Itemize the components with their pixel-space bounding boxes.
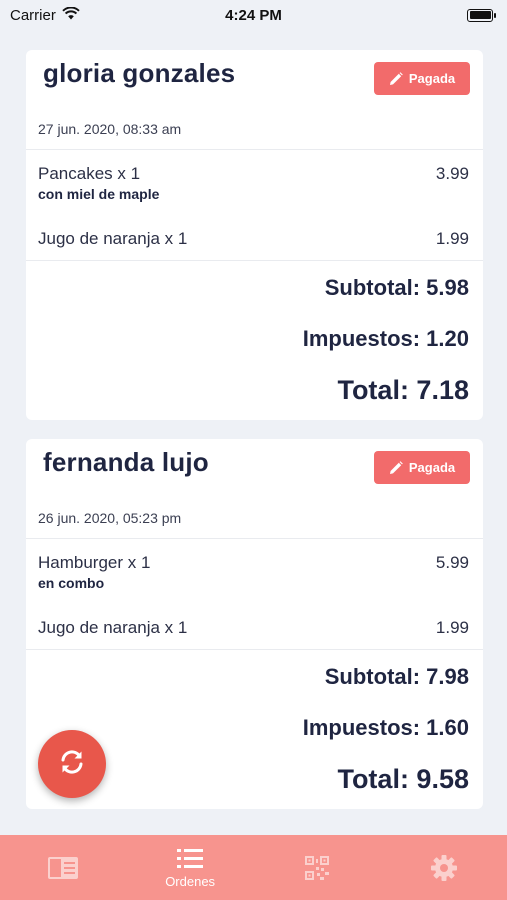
- paid-status-button[interactable]: Pagada: [374, 62, 470, 95]
- status-label: Pagada: [408, 460, 456, 475]
- item-note: en combo: [38, 575, 105, 591]
- item-price: 5.99: [435, 553, 469, 572]
- battery-icon: [467, 8, 496, 22]
- item-name: Pancakes x 1: [38, 164, 141, 183]
- tab-bar: Ordenes: [0, 835, 507, 900]
- carrier-area: Carrier: [10, 6, 80, 24]
- list-icon: [176, 847, 204, 871]
- item-name: Hamburger x 1: [38, 553, 151, 572]
- tab-settings[interactable]: [380, 835, 507, 900]
- total: Total: 7.18: [337, 375, 469, 405]
- order-date: 26 jun. 2020, 05:23 pm: [38, 510, 182, 526]
- total: Total: 9.58: [337, 764, 469, 794]
- taxes: Impuestos: 1.20: [302, 326, 469, 351]
- item-price: 1.99: [435, 618, 469, 637]
- divider: [26, 149, 483, 150]
- subtotal: Subtotal: 5.98: [324, 275, 469, 300]
- pencil-icon: [389, 460, 403, 475]
- tab-qr[interactable]: [254, 835, 381, 900]
- pencil-icon: [389, 71, 403, 86]
- paid-status-button[interactable]: Pagada: [374, 451, 470, 484]
- item-name: Jugo de naranja x 1: [38, 229, 188, 248]
- tab-menu[interactable]: [0, 835, 127, 900]
- wifi-icon: [62, 6, 80, 24]
- item-price: 3.99: [435, 164, 469, 183]
- divider: [26, 538, 483, 539]
- refresh-icon: [57, 747, 87, 782]
- menu-book-icon: [47, 855, 79, 881]
- subtotal: Subtotal: 7.98: [324, 664, 469, 689]
- item-note: con miel de maple: [38, 186, 160, 202]
- order-date: 27 jun. 2020, 08:33 am: [38, 121, 182, 137]
- customer-name: fernanda lujo: [43, 447, 209, 477]
- customer-name: gloria gonzales: [43, 58, 236, 88]
- item-name: Jugo de naranja x 1: [38, 618, 188, 637]
- status-label: Pagada: [408, 71, 456, 86]
- tab-label: Ordenes: [165, 873, 216, 889]
- divider: [26, 260, 483, 261]
- order-card: gloria gonzales Pagada 27 jun. 2020, 08:…: [26, 50, 483, 420]
- divider: [26, 649, 483, 650]
- item-price: 1.99: [435, 229, 469, 248]
- gear-icon: [430, 854, 458, 882]
- carrier-label: Carrier: [10, 6, 56, 24]
- taxes: Impuestos: 1.60: [302, 715, 469, 740]
- qr-code-icon: [304, 855, 330, 881]
- tab-orders[interactable]: Ordenes: [127, 835, 254, 900]
- refresh-button[interactable]: [38, 730, 106, 798]
- status-bar: Carrier 4:24 PM: [0, 0, 507, 30]
